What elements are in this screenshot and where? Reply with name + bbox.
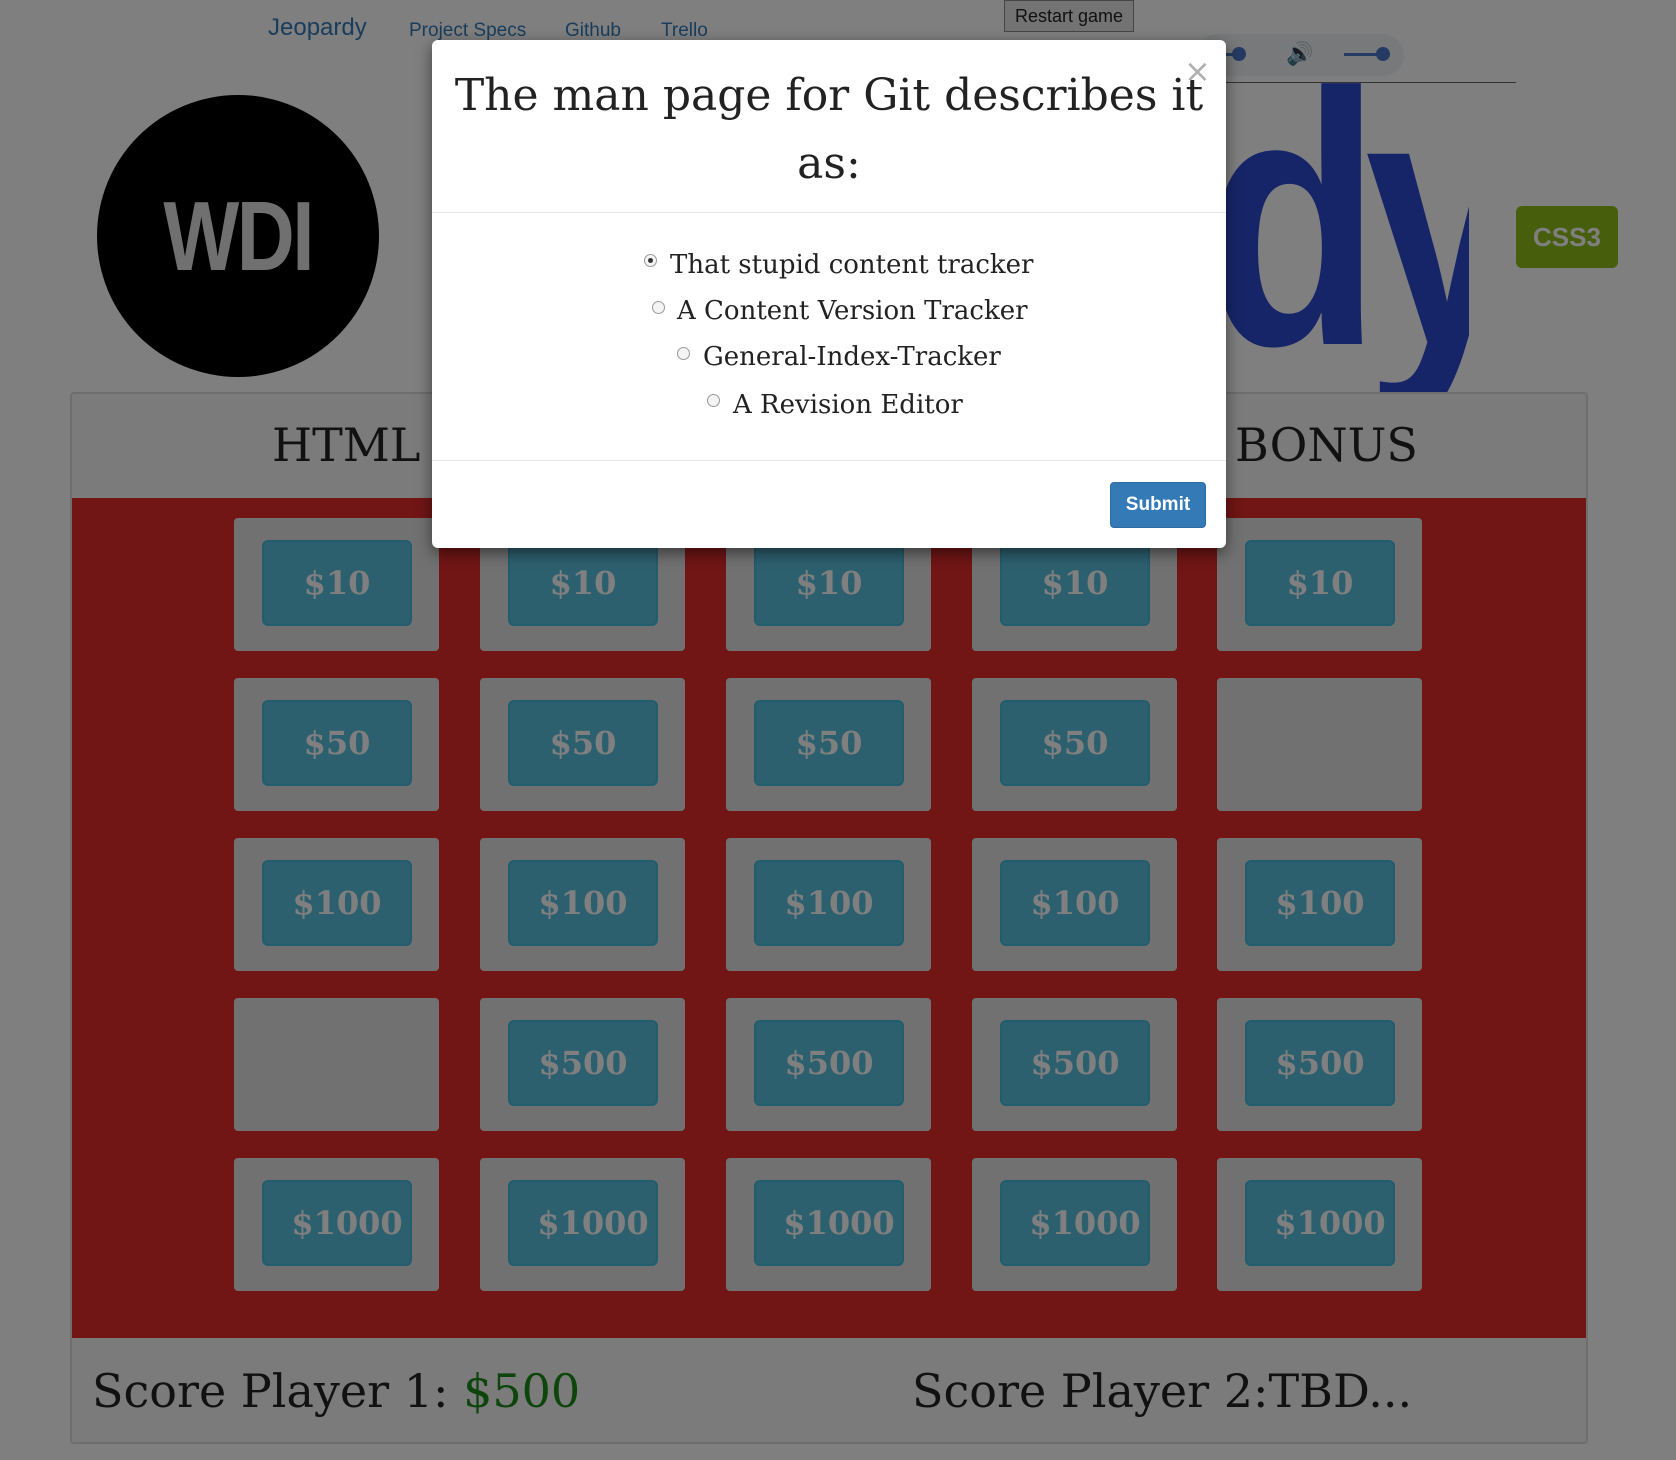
- option-radio-2[interactable]: [652, 301, 665, 314]
- question-modal: The man page for Git describes it as: × …: [432, 40, 1226, 548]
- option-radio-4[interactable]: [707, 394, 720, 407]
- jeopardy-page: Jeopardy Project Specs Github Trello Res…: [0, 0, 1676, 1460]
- close-icon[interactable]: ×: [1184, 52, 1211, 90]
- option-label-1[interactable]: That stupid content tracker: [670, 250, 1033, 280]
- option-label-4[interactable]: A Revision Editor: [733, 390, 963, 420]
- submit-button[interactable]: Submit: [1110, 482, 1206, 528]
- option-label-3[interactable]: General-Index-Tracker: [703, 342, 1001, 372]
- modal-footer-divider: [432, 460, 1226, 461]
- option-radio-1[interactable]: [644, 254, 657, 267]
- option-label-2[interactable]: A Content Version Tracker: [677, 296, 1028, 326]
- option-radio-3[interactable]: [677, 347, 690, 360]
- modal-question: The man page for Git describes it as:: [454, 70, 1204, 189]
- modal-header: The man page for Git describes it as: ×: [432, 40, 1226, 213]
